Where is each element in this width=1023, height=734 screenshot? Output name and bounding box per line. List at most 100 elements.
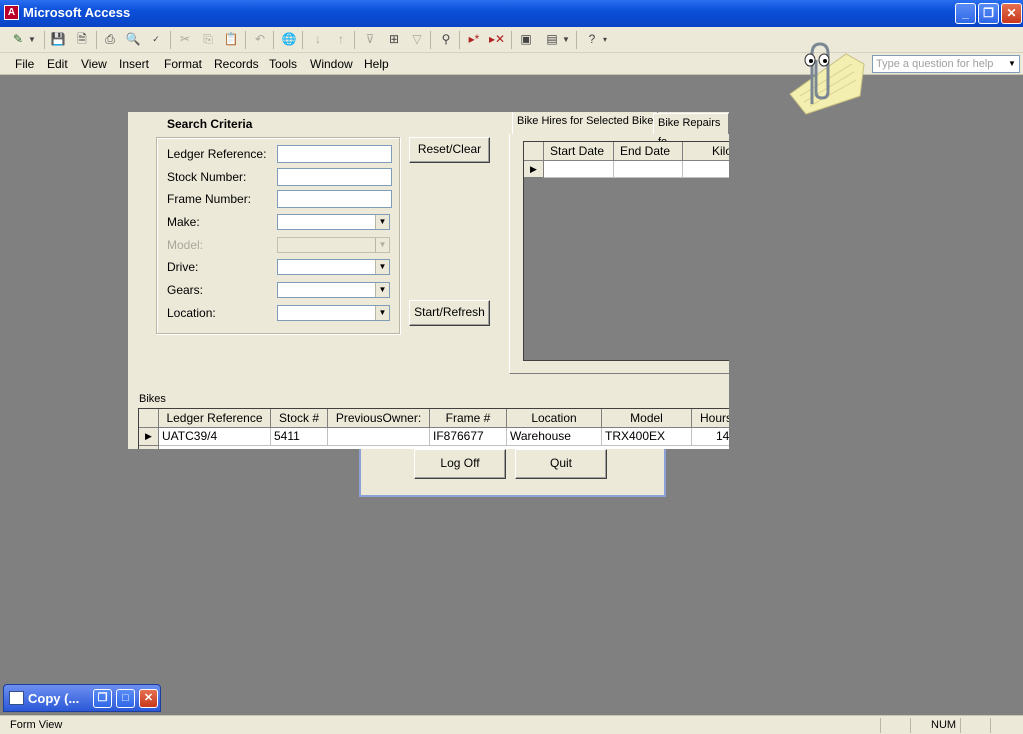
hyperlink-icon[interactable]: 🌐 bbox=[279, 30, 299, 49]
find-binoculars-icon[interactable]: ⚲ bbox=[436, 30, 456, 49]
file-search-icon[interactable]: 🗎 bbox=[72, 30, 92, 49]
print-icon[interactable]: ⎙ bbox=[100, 30, 120, 49]
hires-row-selector[interactable]: ▶ bbox=[524, 161, 544, 178]
apply-filter-icon[interactable]: ▽ bbox=[407, 30, 427, 49]
hires-col-end-date[interactable]: End Date bbox=[614, 142, 683, 161]
sort-ascending-icon[interactable]: ↓ bbox=[308, 30, 328, 49]
minimized-restore-button[interactable]: ❐ bbox=[93, 689, 112, 708]
status-num: NUM bbox=[931, 719, 957, 731]
drive-combo[interactable]: ▼ bbox=[277, 259, 390, 275]
bikes-corner-selector[interactable] bbox=[139, 409, 159, 428]
hires-cell[interactable] bbox=[614, 161, 683, 178]
bikes-cell-model[interactable]: TRX400EX bbox=[602, 428, 692, 446]
hires-datasheet: Start Date End Date Kilo ▶ bbox=[523, 141, 729, 361]
drive-label: Drive: bbox=[167, 260, 199, 274]
search-criteria-title: Search Criteria bbox=[167, 117, 253, 131]
hires-col-kilo[interactable]: Kilo bbox=[683, 142, 729, 161]
gears-label: Gears: bbox=[167, 283, 204, 297]
bikes-col-hours[interactable]: Hours bbox=[692, 409, 729, 428]
status-bar: Form View NUM bbox=[0, 715, 1023, 734]
bikes-cell-previous-owner[interactable] bbox=[328, 428, 430, 446]
bikes-col-model[interactable]: Model bbox=[602, 409, 692, 428]
ledger-reference-input[interactable] bbox=[277, 145, 392, 163]
login-form-background: Log Off Quit bbox=[359, 449, 666, 497]
bikes-row-selector[interactable] bbox=[139, 446, 159, 449]
bikes-datasheet: Ledger Reference Stock # PreviousOwner: … bbox=[138, 408, 729, 449]
save-icon[interactable]: 💾 bbox=[48, 30, 68, 49]
help-icon[interactable]: ? bbox=[582, 30, 602, 49]
make-label: Make: bbox=[167, 215, 200, 229]
database-window-icon[interactable]: ▣ bbox=[516, 30, 536, 49]
minimize-button[interactable]: _ bbox=[955, 3, 976, 24]
filter-by-selection-icon[interactable]: ⊽ bbox=[360, 30, 380, 49]
menu-file[interactable]: File bbox=[15, 57, 34, 71]
view-dropdown-icon[interactable]: ▼ bbox=[26, 30, 38, 49]
make-combo[interactable]: ▼ bbox=[277, 214, 390, 230]
log-off-button[interactable]: Log Off bbox=[414, 449, 506, 479]
bikes-cell-hours[interactable]: 142 bbox=[692, 428, 729, 446]
cut-icon[interactable]: ✂ bbox=[175, 30, 195, 49]
minimized-maximize-button[interactable]: □ bbox=[116, 689, 135, 708]
model-dropdown-icon: ▼ bbox=[375, 238, 389, 252]
hires-col-start-date[interactable]: Start Date bbox=[544, 142, 614, 161]
start-refresh-button[interactable]: Start/Refresh bbox=[409, 300, 490, 326]
reset-clear-button[interactable]: Reset/Clear bbox=[409, 137, 490, 163]
menu-records[interactable]: Records bbox=[214, 57, 259, 71]
new-object-icon[interactable]: ▤ bbox=[542, 30, 562, 49]
bikes-row-selector[interactable]: ▶ bbox=[139, 428, 159, 446]
menu-insert[interactable]: Insert bbox=[119, 57, 149, 71]
location-label: Location: bbox=[167, 306, 216, 320]
gears-combo[interactable]: ▼ bbox=[277, 282, 390, 298]
menu-tools[interactable]: Tools bbox=[269, 57, 297, 71]
bikes-col-frame[interactable]: Frame # bbox=[430, 409, 507, 428]
menu-window[interactable]: Window bbox=[310, 57, 353, 71]
filter-by-form-icon[interactable]: ⊞ bbox=[384, 30, 404, 49]
title-bar: A Microsoft Access _ ❐ ✕ bbox=[0, 0, 1023, 27]
close-button[interactable]: ✕ bbox=[1001, 3, 1022, 24]
stock-number-input[interactable] bbox=[277, 168, 392, 186]
bikes-col-stock[interactable]: Stock # bbox=[271, 409, 328, 428]
bikes-col-previous-owner[interactable]: PreviousOwner: bbox=[328, 409, 430, 428]
help-dropdown-icon[interactable]: ▾ bbox=[600, 30, 610, 49]
office-assistant-paperclip[interactable] bbox=[776, 36, 868, 118]
restore-button[interactable]: ❐ bbox=[978, 3, 999, 24]
location-combo[interactable]: ▼ bbox=[277, 305, 390, 321]
tab-bike-hires[interactable]: Bike Hires for Selected Bike bbox=[512, 112, 659, 134]
help-dropdown-icon[interactable]: ▼ bbox=[1006, 57, 1018, 71]
location-dropdown-icon[interactable]: ▼ bbox=[375, 306, 389, 320]
access-key-icon: A bbox=[4, 5, 19, 20]
menu-format[interactable]: Format bbox=[164, 57, 202, 71]
window-title: Microsoft Access bbox=[23, 5, 131, 20]
bikes-cell-stock[interactable]: 5411 bbox=[271, 428, 328, 446]
make-dropdown-icon[interactable]: ▼ bbox=[375, 215, 389, 229]
drive-dropdown-icon[interactable]: ▼ bbox=[375, 260, 389, 274]
tab-bike-repairs[interactable]: Bike Repairs fo bbox=[653, 113, 729, 148]
bikes-cell-location[interactable]: Warehouse bbox=[507, 428, 602, 446]
bikes-col-location[interactable]: Location bbox=[507, 409, 602, 428]
paste-icon[interactable]: 📋 bbox=[221, 30, 241, 49]
frame-number-input[interactable] bbox=[277, 190, 392, 208]
new-record-icon[interactable]: ▸* bbox=[464, 30, 484, 49]
menu-view[interactable]: View bbox=[81, 57, 107, 71]
help-question-input[interactable]: Type a question for help ▼ bbox=[872, 55, 1020, 73]
print-preview-icon[interactable]: 🔍 bbox=[123, 30, 143, 49]
bikes-cell-frame[interactable]: IF876677 bbox=[430, 428, 507, 446]
hires-corner-selector[interactable] bbox=[524, 142, 544, 161]
sort-descending-icon[interactable]: ↑ bbox=[331, 30, 351, 49]
minimized-close-button[interactable]: ✕ bbox=[139, 689, 158, 708]
bikes-cell-ledger[interactable]: UATC39/4 bbox=[159, 428, 271, 446]
menu-help[interactable]: Help bbox=[364, 57, 389, 71]
menu-edit[interactable]: Edit bbox=[47, 57, 68, 71]
hires-cell[interactable] bbox=[544, 161, 614, 178]
delete-record-icon[interactable]: ▸✕ bbox=[487, 30, 507, 49]
bikes-col-ledger-reference[interactable]: Ledger Reference bbox=[159, 409, 271, 428]
copy-icon[interactable]: ⎘ bbox=[198, 30, 218, 49]
new-object-dropdown-icon[interactable]: ▼ bbox=[561, 30, 571, 49]
design-view-icon[interactable]: ✎ bbox=[8, 30, 28, 49]
undo-icon[interactable]: ↶ bbox=[250, 30, 270, 49]
spelling-icon[interactable]: ✓ bbox=[146, 30, 166, 49]
minimized-form-window[interactable]: Copy (... ❐ □ ✕ bbox=[3, 684, 161, 712]
gears-dropdown-icon[interactable]: ▼ bbox=[375, 283, 389, 297]
hires-cell[interactable] bbox=[683, 161, 729, 178]
quit-button[interactable]: Quit bbox=[515, 449, 607, 479]
